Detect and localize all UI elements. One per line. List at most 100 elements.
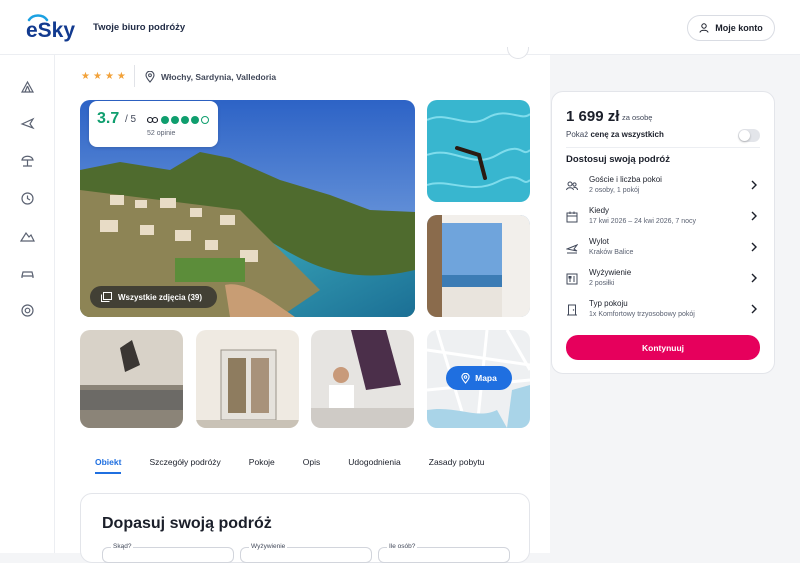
option-title: Wylot xyxy=(589,237,609,246)
chevron-right-icon xyxy=(751,211,757,221)
user-icon xyxy=(699,23,709,33)
tab-pokoje[interactable]: Pokoje xyxy=(249,457,275,467)
hotel-location: Włochy, Sardynia, Valledoria xyxy=(145,71,276,83)
per-person-label: za osobę xyxy=(622,113,653,122)
option-subtitle: 17 kwi 2026 – 24 kwi 2026, 7 nocy xyxy=(589,218,697,225)
lifebuoy-icon[interactable] xyxy=(20,303,35,318)
tripadvisor-icon xyxy=(147,116,158,124)
departure-plane-icon xyxy=(566,244,578,254)
show-total-bold: cenę za wszystkich xyxy=(590,130,664,139)
rating-card[interactable]: 3.7 / 5 52 opinie xyxy=(89,101,218,147)
terrace-photo[interactable] xyxy=(427,215,530,317)
esky-logo[interactable]: eSky xyxy=(25,12,85,42)
section-tabs: Obiekt Szczegóły podróży Pokoje Opis Udo… xyxy=(95,457,513,474)
scroll-up-handle[interactable] xyxy=(507,47,529,59)
adjust-trip-title: Dopasuj swoją podróż xyxy=(102,515,272,532)
price: 1 699 zł xyxy=(566,108,620,125)
all-photos-label: Wszystkie zdjęcia (39) xyxy=(118,292,203,302)
map-label: Mapa xyxy=(475,373,497,383)
option-room-type[interactable]: Typ pokoju 1x Komfortowy trzyosobowy pok… xyxy=(566,299,762,327)
board-field[interactable]: Wyżywienie xyxy=(240,543,372,563)
board-field-label: Wyżywienie xyxy=(249,543,288,550)
svg-text:eSky: eSky xyxy=(26,19,75,42)
option-title: Goście i liczba pokoi xyxy=(589,175,662,184)
staff-image xyxy=(311,330,414,428)
chevron-right-icon xyxy=(751,304,757,314)
tagline: Twoje biuro podróży xyxy=(93,22,186,33)
star-icon: ★ xyxy=(116,71,126,82)
users-icon xyxy=(566,181,578,191)
rating-dot xyxy=(171,116,179,124)
customize-trip-title: Dostosuj swoją podróż xyxy=(566,154,670,165)
option-guests[interactable]: Goście i liczba pokoi 2 osoby, 1 pokój xyxy=(566,175,762,203)
guests-field-label: Ile osób? xyxy=(387,543,418,550)
map-button[interactable]: Mapa xyxy=(446,366,512,390)
top-header: eSky Twoje biuro podróży Moje konto xyxy=(0,0,800,55)
chevron-right-icon xyxy=(751,242,757,252)
pool-image xyxy=(427,100,530,202)
star-icon: ★ xyxy=(81,71,90,82)
my-account-label: Moje konto xyxy=(715,23,763,33)
staff-photo[interactable] xyxy=(311,330,414,428)
gallery-icon xyxy=(101,292,112,302)
location-text: Włochy, Sardynia, Valledoria xyxy=(161,72,277,82)
hotel-stars: ★ ★ ★ ★ xyxy=(81,71,126,82)
from-field[interactable]: Skąd? xyxy=(102,543,234,563)
rating-dots xyxy=(161,116,209,124)
option-dates[interactable]: Kiedy 17 kwi 2026 – 24 kwi 2026, 7 nocy xyxy=(566,206,762,234)
continue-button[interactable]: Kontynuuj xyxy=(566,335,760,360)
rating-count: 52 opinie xyxy=(147,130,176,137)
tab-opis[interactable]: Opis xyxy=(303,457,320,467)
rating-dot xyxy=(181,116,189,124)
divider xyxy=(134,65,135,87)
location-pin-icon xyxy=(145,71,155,83)
pool-photo[interactable] xyxy=(427,100,530,202)
option-subtitle: 1x Komfortowy trzyosobowy pokój xyxy=(589,311,695,318)
tab-zasady-pobytu[interactable]: Zasady pobytu xyxy=(429,457,485,467)
option-board[interactable]: Wyżywienie 2 posiłki xyxy=(566,268,762,296)
rating-dot xyxy=(161,116,169,124)
from-field-label: Skąd? xyxy=(111,543,134,550)
option-subtitle: 2 posiłki xyxy=(589,280,615,287)
food-icon xyxy=(566,273,578,285)
main-content: ★ ★ ★ ★ Włochy, Sardynia, Valledoria 3.7… xyxy=(55,47,800,563)
calendar-icon xyxy=(566,211,578,223)
booking-panel: 1 699 zł za osobę Pokaż cenę za wszystki… xyxy=(551,91,775,374)
left-sidebar xyxy=(0,55,55,553)
tab-udogodnienia[interactable]: Udogodnienia xyxy=(348,457,400,467)
camping-icon[interactable] xyxy=(20,79,35,94)
option-departure[interactable]: Wylot Kraków Balice xyxy=(566,237,762,265)
clock-icon[interactable] xyxy=(20,191,35,206)
mountain-icon[interactable] xyxy=(20,228,35,243)
entrance-photo[interactable] xyxy=(196,330,299,428)
total-price-toggle[interactable] xyxy=(738,129,760,142)
star-icon: ★ xyxy=(104,71,114,82)
option-subtitle: Kraków Balice xyxy=(589,249,634,256)
tab-obiekt[interactable]: Obiekt xyxy=(95,457,122,474)
map-pin-icon xyxy=(461,372,470,384)
rating-dot xyxy=(191,116,199,124)
reception-photo[interactable] xyxy=(80,330,183,428)
hotel-panel: ★ ★ ★ ★ Włochy, Sardynia, Valledoria 3.7… xyxy=(55,47,550,563)
beach-umbrella-icon[interactable] xyxy=(20,153,35,168)
rating-max: / 5 xyxy=(125,114,137,125)
guests-field[interactable]: Ile osób? xyxy=(378,543,510,563)
option-subtitle: 2 osoby, 1 pokój xyxy=(589,187,640,194)
all-photos-button[interactable]: Wszystkie zdjęcia (39) xyxy=(90,286,217,308)
car-icon[interactable] xyxy=(20,266,35,281)
star-icon: ★ xyxy=(92,71,102,82)
terrace-image xyxy=(427,215,530,317)
entrance-image xyxy=(196,330,299,428)
option-title: Typ pokoju xyxy=(589,299,628,308)
option-title: Wyżywienie xyxy=(589,268,632,277)
reception-image xyxy=(80,330,183,428)
show-total-label: Pokaż cenę za wszystkich xyxy=(566,130,664,139)
chevron-right-icon xyxy=(751,273,757,283)
tab-szczegoly-podrozy[interactable]: Szczegóły podróży xyxy=(149,457,220,467)
my-account-button[interactable]: Moje konto xyxy=(687,15,775,41)
door-icon xyxy=(567,304,577,316)
plane-icon[interactable] xyxy=(20,116,35,131)
option-title: Kiedy xyxy=(589,206,610,215)
show-total-prefix: Pokaż xyxy=(566,130,589,139)
rating-score: 3.7 xyxy=(97,110,120,127)
